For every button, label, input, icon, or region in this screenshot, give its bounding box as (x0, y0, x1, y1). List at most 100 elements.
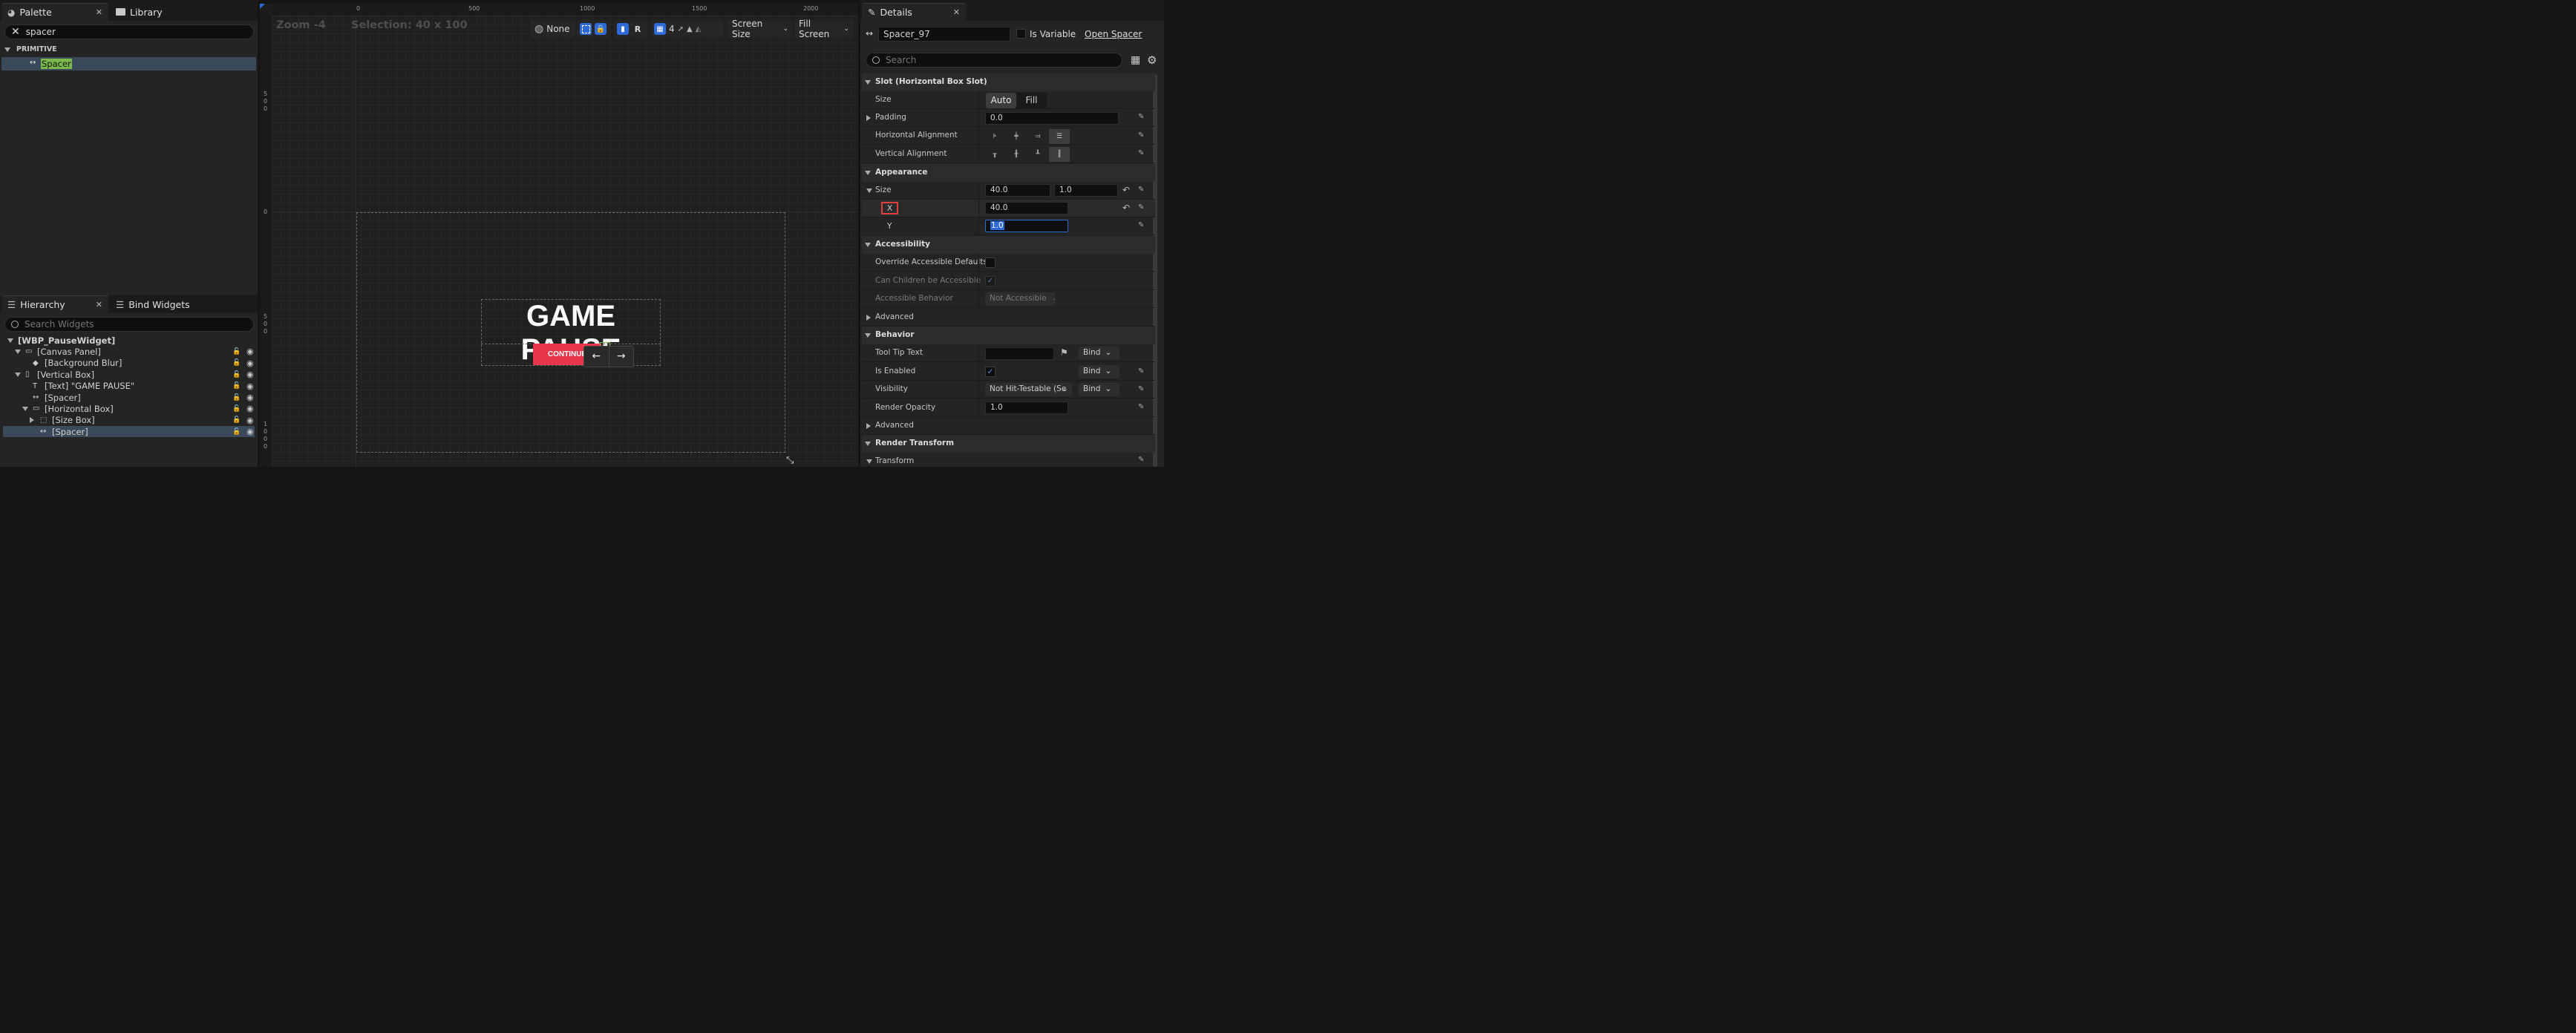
eye-icon[interactable]: ◉ (246, 393, 254, 402)
tab-details[interactable]: ✎ Details ✕ (862, 3, 966, 21)
section-appearance[interactable]: Appearance (862, 164, 1155, 182)
tab-library[interactable]: Library (110, 3, 199, 21)
open-spacer-link[interactable]: Open Spacer (1085, 29, 1142, 39)
keyframe-icon[interactable]: ✎ (1138, 456, 1144, 464)
hierarchy-item[interactable]: ▯ [Vertical Box] 🔓 ◉ (3, 369, 255, 380)
clear-search-icon[interactable]: ✕ (11, 26, 20, 38)
keyframe-icon[interactable]: ✎ (1138, 385, 1144, 393)
section-slot[interactable]: Slot (Horizontal Box Slot) (862, 73, 1155, 91)
align-bottom-icon[interactable]: ╨ (1027, 147, 1048, 162)
eye-icon[interactable]: ◉ (246, 427, 254, 436)
widget-name-field[interactable]: Spacer_97 (878, 27, 1010, 42)
hierarchy-item[interactable]: ▭ [Canvas Panel] 🔓 ◉ (3, 346, 255, 357)
hierarchy-item[interactable]: T [Text] "GAME PAUSE" 🔓 ◉ (3, 381, 255, 392)
palette-item-spacer[interactable]: ↔ Spacer (1, 57, 256, 70)
y-value-field[interactable]: 1.0 (985, 220, 1068, 232)
grid-icon[interactable]: ▦ (654, 23, 666, 35)
hierarchy-root[interactable]: [WBP_PauseWidget] (3, 335, 255, 346)
keyframe-icon[interactable]: ✎ (1138, 367, 1144, 376)
align-center-icon[interactable]: ╪ (1006, 129, 1027, 144)
table-view-icon[interactable]: ▦ (1131, 54, 1140, 66)
keyframe-icon[interactable]: ✎ (1138, 203, 1144, 211)
hierarchy-search[interactable] (4, 317, 254, 332)
eye-icon[interactable]: ◉ (246, 416, 254, 425)
align-vfill-icon[interactable]: ║ (1049, 147, 1070, 162)
size-auto-button[interactable]: Auto (986, 93, 1016, 108)
move-left-button[interactable]: ← (584, 347, 609, 367)
is-enabled-checkbox[interactable]: ✓ (985, 367, 996, 377)
chevron-down-icon[interactable] (22, 407, 28, 412)
eye-icon[interactable]: ◉ (246, 404, 254, 413)
prop-transform[interactable]: Transform (862, 453, 1155, 467)
details-search-input[interactable] (886, 55, 1079, 65)
enabled-bind-dropdown[interactable]: Bind ⌄ (1079, 365, 1119, 378)
tooltip-bind-dropdown[interactable]: Bind ⌄ (1079, 347, 1119, 360)
unlock-icon[interactable]: 🔓 (232, 428, 241, 436)
unlock-icon[interactable]: 🔓 (232, 382, 241, 390)
move-right-button[interactable]: → (609, 347, 634, 367)
world-preview-toggle[interactable]: ◍ None (530, 20, 575, 38)
keyframe-icon[interactable]: ✎ (1138, 221, 1144, 229)
hierarchy-item[interactable]: ▭ [Horizontal Box] 🔓 ◉ (3, 403, 255, 414)
unlock-icon[interactable]: 🔓 (232, 394, 241, 401)
tab-hierarchy[interactable]: ☰ Hierarchy ✕ (1, 295, 108, 313)
palette-search-input[interactable] (25, 27, 219, 37)
reset-icon[interactable]: ↶ (1122, 203, 1130, 213)
keyframe-icon[interactable]: ✎ (1138, 131, 1144, 140)
is-variable-checkbox[interactable] (1016, 29, 1026, 39)
eye-icon[interactable]: ◉ (246, 358, 254, 368)
eye-icon[interactable]: ◉ (246, 347, 254, 356)
keyframe-icon[interactable]: ✎ (1138, 186, 1144, 194)
image-icon[interactable]: ▲ (687, 25, 693, 33)
keyframe-icon[interactable]: ✎ (1138, 149, 1144, 157)
visibility-bind-dropdown[interactable]: Bind ⌄ (1079, 383, 1119, 396)
padding-field[interactable]: 0.0 (985, 112, 1119, 125)
unlock-icon[interactable]: 🔓 (232, 348, 241, 355)
hierarchy-item[interactable]: ↔ [Spacer] 🔓 ◉ (3, 426, 255, 438)
flag-icon[interactable]: ⚑ (1060, 347, 1068, 358)
hierarchy-search-input[interactable] (24, 319, 218, 329)
dashed-select-icon[interactable] (580, 23, 592, 35)
size-fill-button[interactable]: Fill (1016, 93, 1047, 108)
section-render-transform[interactable]: Render Transform (862, 435, 1155, 453)
resize-handle-icon[interactable]: ⤡ (786, 455, 794, 466)
tab-bind-widgets[interactable]: ☰ Bind Widgets (110, 295, 214, 313)
grid-value[interactable]: 4 (669, 24, 675, 34)
fill-screen-dropdown[interactable]: Fill Screen ⌄ (794, 19, 854, 39)
unlock-icon[interactable]: 🔓 (232, 416, 241, 424)
palette-search[interactable]: ✕ (4, 24, 254, 39)
chevron-down-icon[interactable] (7, 338, 13, 343)
tab-palette[interactable]: ◕ Palette ✕ (1, 3, 108, 21)
eye-icon[interactable]: ◉ (246, 370, 254, 379)
size-x-field[interactable]: 40.0 (985, 184, 1050, 197)
unlock-icon[interactable]: 🔓 (232, 371, 241, 378)
flip-icon[interactable]: ◭ (696, 25, 702, 33)
section-behavior[interactable]: Behavior (862, 327, 1155, 344)
unlock-icon[interactable]: 🔓 (232, 405, 241, 413)
r-toggle[interactable]: R (632, 23, 644, 35)
layout-icon[interactable]: ▮ (617, 23, 629, 35)
details-search[interactable] (866, 53, 1122, 68)
hierarchy-item[interactable]: ↔ [Spacer] 🔓 ◉ (3, 392, 255, 403)
screen-size-dropdown[interactable]: Screen Size ⌄ (728, 19, 793, 39)
chevron-down-icon[interactable] (15, 373, 21, 378)
align-right-icon[interactable]: ⫤ (1027, 129, 1048, 144)
size-y-field[interactable]: 1.0 (1054, 184, 1118, 197)
render-opacity-field[interactable]: 1.0 (985, 401, 1068, 414)
prop-advanced[interactable]: Advanced (862, 309, 1155, 327)
x-value-field[interactable]: 40.0 (985, 202, 1068, 214)
keyframe-icon[interactable]: ✎ (1138, 403, 1144, 411)
tooltip-field[interactable] (985, 347, 1054, 360)
hierarchy-item[interactable]: ⬚ [Size Box] 🔓 ◉ (3, 415, 255, 426)
section-accessibility[interactable]: Accessibility (862, 236, 1155, 254)
close-icon[interactable]: ✕ (96, 300, 102, 309)
override-accessible-checkbox[interactable] (985, 258, 996, 268)
chevron-down-icon[interactable] (15, 350, 21, 355)
unlock-icon[interactable]: 🔓 (232, 359, 241, 367)
align-left-icon[interactable]: ⊧ (984, 129, 1005, 144)
prop-advanced-behavior[interactable]: Advanced (862, 417, 1155, 435)
align-fill-icon[interactable]: ☰ (1049, 129, 1070, 144)
gear-icon[interactable]: ⚙ (1147, 53, 1157, 67)
keyframe-icon[interactable]: ✎ (1138, 113, 1144, 121)
close-icon[interactable]: ✕ (96, 7, 102, 17)
